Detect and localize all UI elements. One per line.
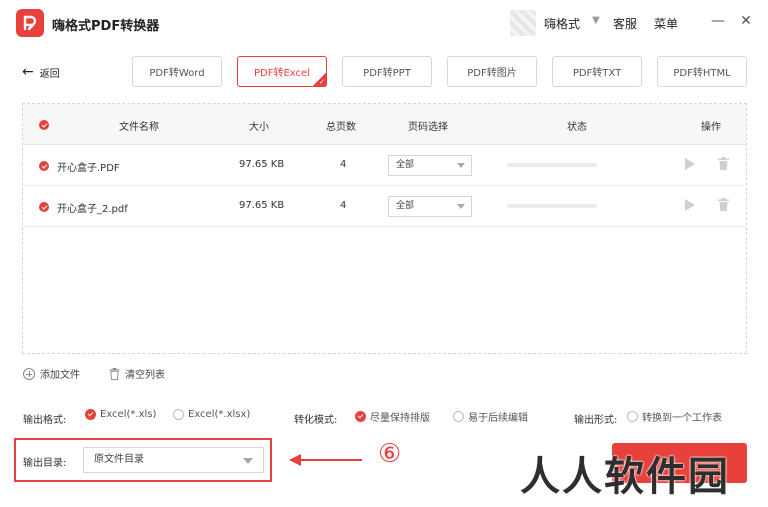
check-icon: ✓ xyxy=(319,78,325,86)
annotation-step-number: ⑥ xyxy=(378,439,402,469)
tab-label: PDF转PPT xyxy=(363,68,411,79)
col-pages: 总页数 xyxy=(326,122,356,133)
tab-label: PDF转HTML xyxy=(673,68,731,79)
radio-unchecked-icon xyxy=(173,409,184,420)
radio-checked-icon xyxy=(85,409,96,420)
convert-mode-label: 转化模式: xyxy=(294,415,338,426)
title-bar: 嗨格式PDF转换器 嗨格式 ▼ 客服 菜单 — ✕ xyxy=(0,0,768,46)
format-xls-label: Excel(*.xls) xyxy=(100,409,157,420)
output-dir-dropdown[interactable]: 原文件目录 xyxy=(83,447,264,473)
add-file-button[interactable]: 添加文件 xyxy=(23,366,80,381)
output-format-label: 输出格式: xyxy=(23,415,67,426)
menu-link[interactable]: 菜单 xyxy=(654,15,678,32)
clear-list-button[interactable]: 清空列表 xyxy=(109,366,165,381)
page-select-value: 全部 xyxy=(396,201,415,211)
format-xlsx-label: Excel(*.xlsx) xyxy=(188,409,251,420)
mode-easy-edit-label: 易于后续编辑 xyxy=(468,413,528,424)
format-xls-radio[interactable]: Excel(*.xls) xyxy=(85,409,156,420)
row-checkbox[interactable] xyxy=(39,202,49,212)
tab-label: PDF转图片 xyxy=(467,68,517,79)
clear-list-label: 清空列表 xyxy=(125,370,165,381)
close-button[interactable]: ✕ xyxy=(737,12,755,30)
table-header: 文件名称 大小 总页数 页码选择 状态 操作 xyxy=(23,104,746,145)
mode-easy-edit-radio[interactable]: 易于后续编辑 xyxy=(453,409,528,424)
format-xlsx-radio[interactable]: Excel(*.xlsx) xyxy=(173,409,250,420)
file-size: 97.65 KB xyxy=(239,200,285,211)
user-avatar[interactable] xyxy=(510,10,536,36)
page-select-dropdown[interactable]: 全部 xyxy=(388,155,472,176)
file-size: 97.65 KB xyxy=(239,159,285,170)
select-all-checkbox[interactable] xyxy=(39,120,49,130)
tab-pdf-to-excel[interactable]: PDF转Excel ✓ xyxy=(237,56,327,87)
progress-bar xyxy=(507,163,597,167)
file-name: 开心盒子.PDF xyxy=(57,163,120,174)
plus-circle-icon xyxy=(23,367,35,380)
customer-service-link[interactable]: 客服 xyxy=(613,15,637,32)
form-single-sheet-label: 转换到一个工作表 xyxy=(642,413,722,424)
col-file-name: 文件名称 xyxy=(119,122,159,133)
col-size: 大小 xyxy=(249,122,269,133)
add-file-label: 添加文件 xyxy=(40,370,80,381)
output-dir-label: 输出目录: xyxy=(23,458,67,469)
app-logo-icon xyxy=(16,9,44,37)
back-label: 返回 xyxy=(39,68,60,80)
tab-pdf-to-html[interactable]: PDF转HTML xyxy=(657,56,747,87)
col-page-select: 页码选择 xyxy=(408,122,448,133)
chevron-down-icon xyxy=(457,204,465,209)
app-title: 嗨格式PDF转换器 xyxy=(52,19,160,34)
play-icon[interactable] xyxy=(685,199,695,211)
page-count: 4 xyxy=(340,200,347,211)
radio-unchecked-icon xyxy=(453,411,464,422)
trash-icon xyxy=(109,367,120,380)
mode-keep-layout-radio[interactable]: 尽量保持排版 xyxy=(355,409,430,424)
trash-icon[interactable] xyxy=(718,198,729,211)
row-checkbox[interactable] xyxy=(39,161,49,171)
tab-pdf-to-image[interactable]: PDF转图片 xyxy=(447,56,537,87)
tab-label: PDF转Excel xyxy=(254,68,310,79)
page-select-value: 全部 xyxy=(396,160,415,170)
file-name: 开心盒子_2.pdf xyxy=(57,204,128,215)
minimize-button[interactable]: — xyxy=(709,12,727,30)
col-status: 状态 xyxy=(567,122,587,133)
user-menu-caret-icon[interactable]: ▼ xyxy=(592,15,600,26)
radio-checked-icon xyxy=(355,411,366,422)
play-icon[interactable] xyxy=(685,158,695,170)
arrow-left-icon: ← xyxy=(22,64,34,80)
tab-pdf-to-word[interactable]: PDF转Word xyxy=(132,56,222,87)
username[interactable]: 嗨格式 xyxy=(544,15,580,32)
table-row: 开心盒子.PDF 97.65 KB 4 全部 xyxy=(23,145,746,186)
back-button[interactable]: ← 返回 xyxy=(22,64,60,80)
page-select-dropdown[interactable]: 全部 xyxy=(388,196,472,217)
mode-keep-layout-label: 尽量保持排版 xyxy=(370,413,430,424)
output-dir-value: 原文件目录 xyxy=(94,454,144,465)
form-single-sheet-radio[interactable]: 转换到一个工作表 xyxy=(627,409,722,424)
chevron-down-icon xyxy=(243,458,253,464)
trash-icon[interactable] xyxy=(718,157,729,170)
annotation-arrow-line xyxy=(298,459,362,461)
watermark: 人人软件园 xyxy=(520,454,730,500)
page-count: 4 xyxy=(340,159,347,170)
tab-pdf-to-ppt[interactable]: PDF转PPT xyxy=(342,56,432,87)
chevron-down-icon xyxy=(457,163,465,168)
tab-label: PDF转Word xyxy=(149,68,205,79)
output-form-label: 输出形式: xyxy=(574,415,618,426)
radio-unchecked-icon xyxy=(627,411,638,422)
tab-label: PDF转TXT xyxy=(572,68,622,79)
progress-bar xyxy=(507,204,597,208)
file-table: 文件名称 大小 总页数 页码选择 状态 操作 开心盒子.PDF 97.65 KB… xyxy=(22,103,747,354)
col-actions: 操作 xyxy=(701,122,721,133)
table-row: 开心盒子_2.pdf 97.65 KB 4 全部 xyxy=(23,186,746,227)
annotation-arrow-icon xyxy=(289,454,301,466)
tab-pdf-to-txt[interactable]: PDF转TXT xyxy=(552,56,642,87)
